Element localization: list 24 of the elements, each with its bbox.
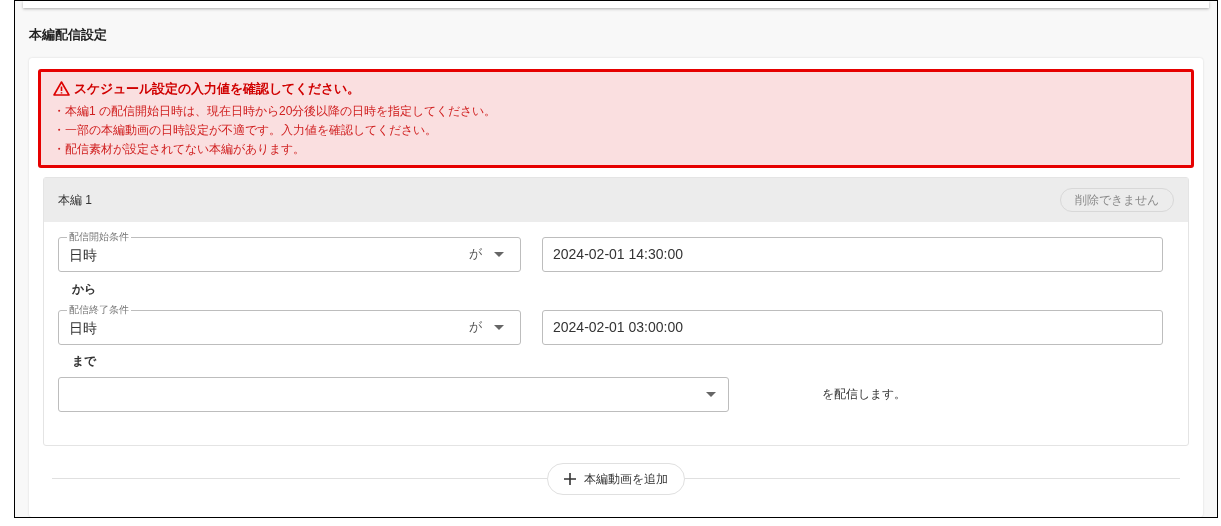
distribute-text: を配信します。 xyxy=(822,386,906,403)
from-label: から xyxy=(72,281,97,296)
alert-title: スケジュール設定の入力値を確認してください。 xyxy=(74,80,360,98)
alert-message: ・配信素材が設定されてない本編があります。 xyxy=(53,140,306,158)
select-suffix: が xyxy=(469,318,482,337)
field-label: 配信終了条件 xyxy=(67,303,131,316)
section-title: 本編配信設定 xyxy=(29,27,107,42)
dropdown-caret-icon xyxy=(494,324,504,330)
alert-message: ・本編1 の配信開始日時は、現在日時から20分後以降の日時を指定してください。 xyxy=(53,102,498,120)
select-value: 日時 xyxy=(69,319,98,338)
datetime-field[interactable]: 2024-02-01 03:00:00 xyxy=(542,309,1163,345)
field-label: 配信開始条件 xyxy=(67,230,131,243)
episode-title: 本編 1 xyxy=(58,191,92,209)
plus-icon xyxy=(564,472,576,485)
alert-message: ・一部の本編動画の日時設定が不適です。入力値を確認してください。 xyxy=(53,121,438,139)
warning-icon xyxy=(53,81,70,97)
add-episode-button[interactable]: 本編動画を追加 xyxy=(547,462,685,495)
datetime-field[interactable]: 2024-02-01 14:30:00 xyxy=(542,236,1163,272)
select-value: 日時 xyxy=(69,246,98,265)
until-label: まで xyxy=(72,353,98,368)
select-suffix: が xyxy=(469,245,482,264)
material-select[interactable] xyxy=(58,376,729,412)
dropdown-caret-icon xyxy=(494,251,504,257)
dropdown-caret-icon xyxy=(706,391,716,397)
